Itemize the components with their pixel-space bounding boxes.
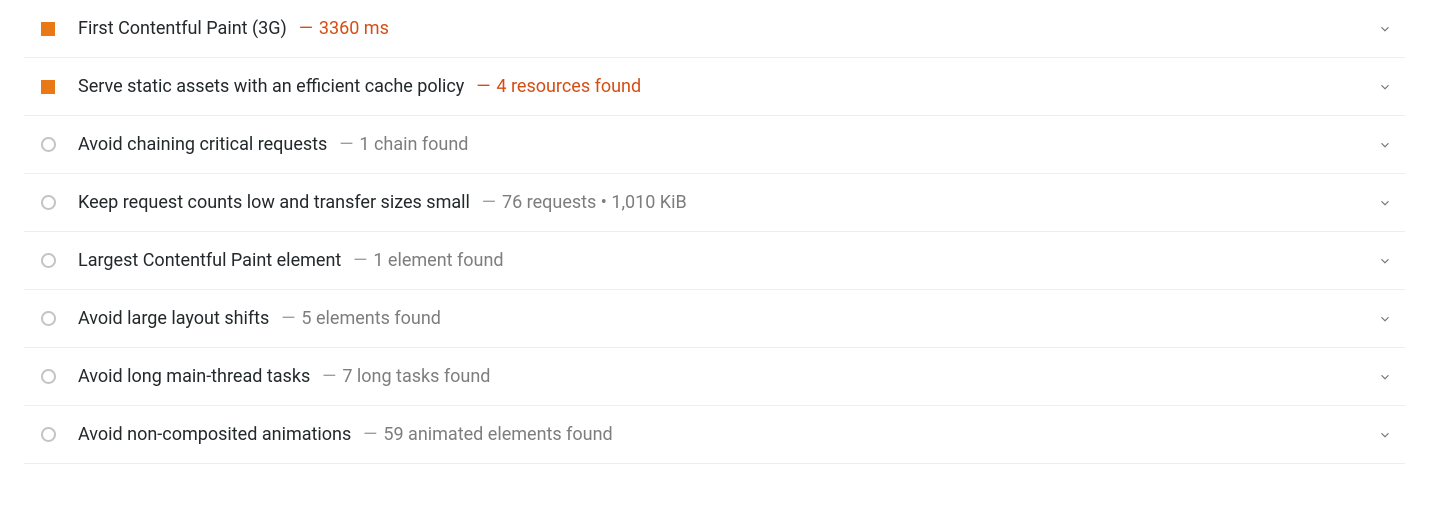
audit-title: Keep request counts low and transfer siz… — [78, 192, 470, 213]
chevron-down-icon[interactable] — [1375, 251, 1395, 271]
audit-row[interactable]: Serve static assets with an efficient ca… — [24, 58, 1405, 116]
info-circle-icon — [40, 311, 56, 327]
audit-row[interactable]: Avoid long main-thread tasks — 7 long task… — [24, 348, 1405, 406]
audit-row[interactable]: Avoid large layout shifts — 5 elements fou… — [24, 290, 1405, 348]
audit-row[interactable]: First Contentful Paint (3G) — 3360 ms — [24, 0, 1405, 58]
chevron-down-icon[interactable] — [1375, 135, 1395, 155]
audit-list: First Contentful Paint (3G) — 3360 ms Serve… — [0, 0, 1429, 464]
audit-title: First Contentful Paint (3G) — [78, 18, 287, 39]
separator-dash: — — [281, 308, 295, 329]
warning-square-icon — [40, 21, 56, 37]
info-circle-icon — [40, 137, 56, 153]
info-circle-icon — [40, 427, 56, 443]
audit-title: Avoid large layout shifts — [78, 308, 269, 329]
audit-row[interactable]: Avoid chaining critical requests — 1 chain… — [24, 116, 1405, 174]
audit-detail: 1 element found — [373, 250, 503, 271]
separator-dash: — — [299, 18, 313, 39]
separator-dash: — — [363, 424, 377, 445]
audit-title: Avoid non-composited animations — [78, 424, 351, 445]
audit-detail: 7 long tasks found — [342, 366, 490, 387]
warning-square-icon — [40, 79, 56, 95]
info-circle-icon — [40, 369, 56, 385]
separator-dash: — — [339, 134, 353, 155]
audit-detail: 4 resources found — [496, 76, 641, 97]
audit-row[interactable]: Keep request counts low and transfer siz… — [24, 174, 1405, 232]
info-circle-icon — [40, 253, 56, 269]
separator-dash: — — [353, 250, 367, 271]
chevron-down-icon[interactable] — [1375, 77, 1395, 97]
audit-title: Avoid chaining critical requests — [78, 134, 327, 155]
audit-detail: 3360 ms — [319, 18, 389, 39]
audit-row[interactable]: Avoid non-composited animations — 59 anima… — [24, 406, 1405, 464]
chevron-down-icon[interactable] — [1375, 309, 1395, 329]
separator-dash: — — [476, 76, 490, 97]
audit-detail: 1 chain found — [359, 134, 468, 155]
audit-title: Serve static assets with an efficient ca… — [78, 76, 464, 97]
audit-title: Largest Contentful Paint element — [78, 250, 341, 271]
separator-dash: — — [482, 192, 496, 213]
chevron-down-icon[interactable] — [1375, 425, 1395, 445]
audit-row[interactable]: Largest Contentful Paint element — 1 eleme… — [24, 232, 1405, 290]
audit-title: Avoid long main-thread tasks — [78, 366, 310, 387]
chevron-down-icon[interactable] — [1375, 193, 1395, 213]
audit-detail: 76 requests • 1,010 KiB — [502, 192, 687, 213]
chevron-down-icon[interactable] — [1375, 367, 1395, 387]
separator-dash: — — [322, 366, 336, 387]
chevron-down-icon[interactable] — [1375, 19, 1395, 39]
audit-detail: 59 animated elements found — [383, 424, 612, 445]
info-circle-icon — [40, 195, 56, 211]
audit-detail: 5 elements found — [301, 308, 441, 329]
